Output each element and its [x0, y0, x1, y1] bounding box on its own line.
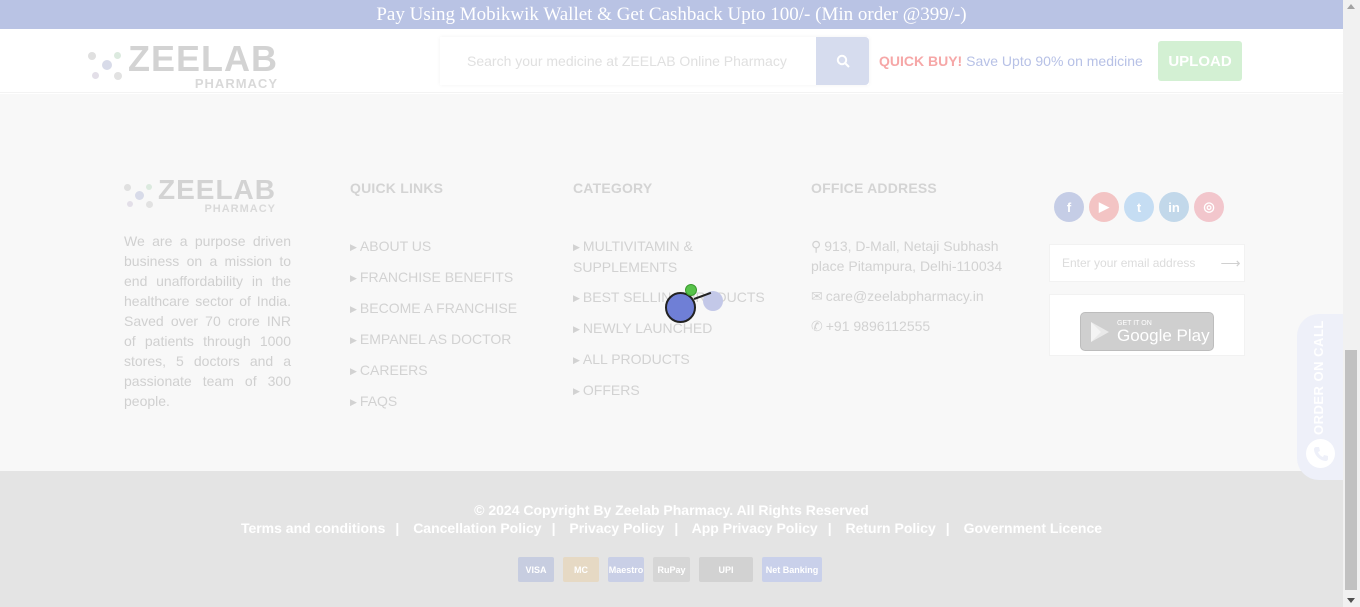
youtube-icon[interactable]: ▶	[1089, 192, 1119, 222]
drag-handle-marker[interactable]	[665, 292, 696, 323]
office-heading: OFFICE ADDRESS	[811, 180, 937, 196]
play-store-icon	[1091, 321, 1109, 342]
quick-buy-saving: Save Upto 90% on medicine	[966, 53, 1143, 69]
maestro-logo: Maestro	[608, 557, 644, 582]
scroll-down-arrow-icon[interactable]	[1347, 598, 1355, 603]
caret-right-icon: ▶	[573, 386, 580, 396]
office-email[interactable]: ✉ care@zeelabpharmacy.in	[811, 286, 1021, 306]
office-phone[interactable]: ✆ +91 9896112555	[811, 316, 1021, 336]
quick-buy-label: QUICK BUY!	[879, 53, 963, 69]
quick-links-heading: QUICK LINKS	[350, 180, 444, 196]
visa-logo: VISA	[518, 557, 554, 582]
search-bar	[440, 37, 869, 85]
linkedin-icon[interactable]: in	[1159, 192, 1189, 222]
footer-logo[interactable]: ZEELAB PHARMACY	[124, 176, 276, 215]
privacy-policy-link[interactable]: Privacy Policy	[569, 520, 664, 536]
office-address: ⚲ 913, D-Mall, Netaji Subhash place Pitam…	[811, 238, 1003, 274]
twitter-icon[interactable]: t	[1124, 192, 1154, 222]
upi-logo: UPI	[699, 557, 753, 582]
office-address-column: OFFICE ADDRESS ⚲ 913, D-Mall, Netaji Subh…	[811, 180, 1021, 346]
logo-sub-text: PHARMACY	[204, 203, 276, 215]
map-marker-icon: ⚲	[811, 238, 822, 254]
caret-right-icon: ▶	[350, 273, 357, 283]
upload-prescription-button[interactable]: UPLOAD	[1158, 41, 1242, 81]
caret-right-icon: ▶	[573, 355, 580, 365]
return-policy-link[interactable]: Return Policy	[846, 520, 936, 536]
phone-icon: ✆	[811, 318, 823, 334]
logo-brand-text: ZEELAB	[158, 174, 276, 205]
mastercard-logo: MC	[563, 557, 599, 582]
promo-banner[interactable]: Pay Using Mobikwik Wallet & Get Cashback…	[0, 0, 1343, 29]
molecule-icon	[124, 181, 154, 211]
quick-link-franchise-benefits[interactable]: ▶ FRANCHISE BENEFITS	[350, 267, 530, 288]
category-offers[interactable]: ▶ OFFERS	[573, 380, 773, 401]
policy-links: Terms and conditions | Cancellation Polic…	[240, 520, 1103, 536]
caret-right-icon: ▶	[573, 242, 580, 252]
terms-link[interactable]: Terms and conditions	[241, 520, 385, 536]
government-licence-link[interactable]: Government Licence	[964, 520, 1103, 536]
category-multivitamin[interactable]: ▶ MULTIVITAMIN & SUPPLEMENTS	[573, 236, 773, 277]
page: Pay Using Mobikwik Wallet & Get Cashback…	[0, 0, 1343, 607]
logo-sub-text: PHARMACY	[194, 76, 278, 91]
order-on-call-widget[interactable]: ORDER ON CALL	[1297, 314, 1343, 480]
category-heading: CATEGORY	[573, 180, 653, 196]
search-icon	[836, 54, 850, 68]
instagram-icon[interactable]: ◎	[1194, 192, 1224, 222]
caret-right-icon: ▶	[350, 242, 357, 252]
header-logo[interactable]: ZEELAB PHARMACY	[88, 41, 278, 90]
rupay-logo: RuPay	[653, 557, 690, 582]
envelope-icon: ✉	[811, 288, 823, 304]
app-privacy-policy-link[interactable]: App Privacy Policy	[692, 520, 818, 536]
scrollbar-thumb[interactable]	[1345, 350, 1357, 590]
facebook-icon[interactable]: f	[1054, 192, 1084, 222]
caret-right-icon: ▶	[350, 397, 357, 407]
quick-link-about-us[interactable]: ▶ ABOUT US	[350, 236, 530, 257]
search-button[interactable]	[816, 37, 869, 85]
copyright-text: © 2024 Copyright By Zeelab Pharmacy. All…	[474, 502, 869, 518]
payment-methods: VISA MC Maestro RuPay UPI Net Banking	[518, 557, 822, 582]
caret-right-icon: ▶	[573, 324, 580, 334]
quick-link-empanel-doctor[interactable]: ▶ EMPANEL AS DOCTOR	[350, 329, 530, 350]
netbanking-logo: Net Banking	[762, 557, 822, 582]
category-all-products[interactable]: ▶ ALL PRODUCTS	[573, 349, 773, 370]
newsletter-form: ⟶	[1049, 244, 1245, 282]
molecule-icon	[88, 48, 124, 84]
order-on-call-label: ORDER ON CALL	[1311, 320, 1326, 436]
quick-link-become-franchise[interactable]: ▶ BECOME A FRANCHISE	[350, 298, 530, 319]
quick-buy-promo[interactable]: QUICK BUY! Save Upto 90% on medicine	[879, 53, 1143, 69]
social-links: f ▶ t in ◎	[1054, 192, 1224, 222]
logo-brand-text: ZEELAB	[128, 38, 278, 79]
start-point-marker	[685, 284, 697, 296]
footer-main: ZEELAB PHARMACY We are a purpose driven …	[0, 94, 1343, 471]
caret-right-icon: ▶	[350, 304, 357, 314]
scroll-up-arrow-icon[interactable]	[1347, 4, 1355, 9]
quick-links-column: QUICK LINKS ▶ ABOUT US ▶ FRANCHISE BENEFIT…	[350, 180, 530, 422]
caret-right-icon: ▶	[350, 335, 357, 345]
caret-right-icon: ▶	[573, 293, 580, 303]
newsletter-email-input[interactable]	[1050, 256, 1217, 270]
caret-right-icon: ▶	[350, 366, 357, 376]
vertical-scrollbar[interactable]	[1343, 0, 1360, 607]
arrow-right-icon[interactable]: ⟶	[1217, 255, 1244, 272]
about-text: We are a purpose driven business on a mi…	[124, 233, 291, 409]
phone-icon	[1306, 439, 1335, 468]
footer-bottom: © 2024 Copyright By Zeelab Pharmacy. All…	[0, 471, 1343, 607]
quick-link-faqs[interactable]: ▶ FAQS	[350, 391, 530, 412]
google-play-big-text: Google Play	[1117, 325, 1210, 345]
quick-link-careers[interactable]: ▶ CAREERS	[350, 360, 530, 381]
search-input[interactable]	[440, 37, 816, 85]
cancellation-policy-link[interactable]: Cancellation Policy	[413, 520, 541, 536]
google-play-badge[interactable]: GET IT ON Google Play	[1080, 312, 1214, 351]
site-header: ZEELAB PHARMACY QUICK BUY! Save Upto 90%…	[0, 29, 1343, 93]
app-download-box: GET IT ON Google Play	[1049, 294, 1245, 356]
